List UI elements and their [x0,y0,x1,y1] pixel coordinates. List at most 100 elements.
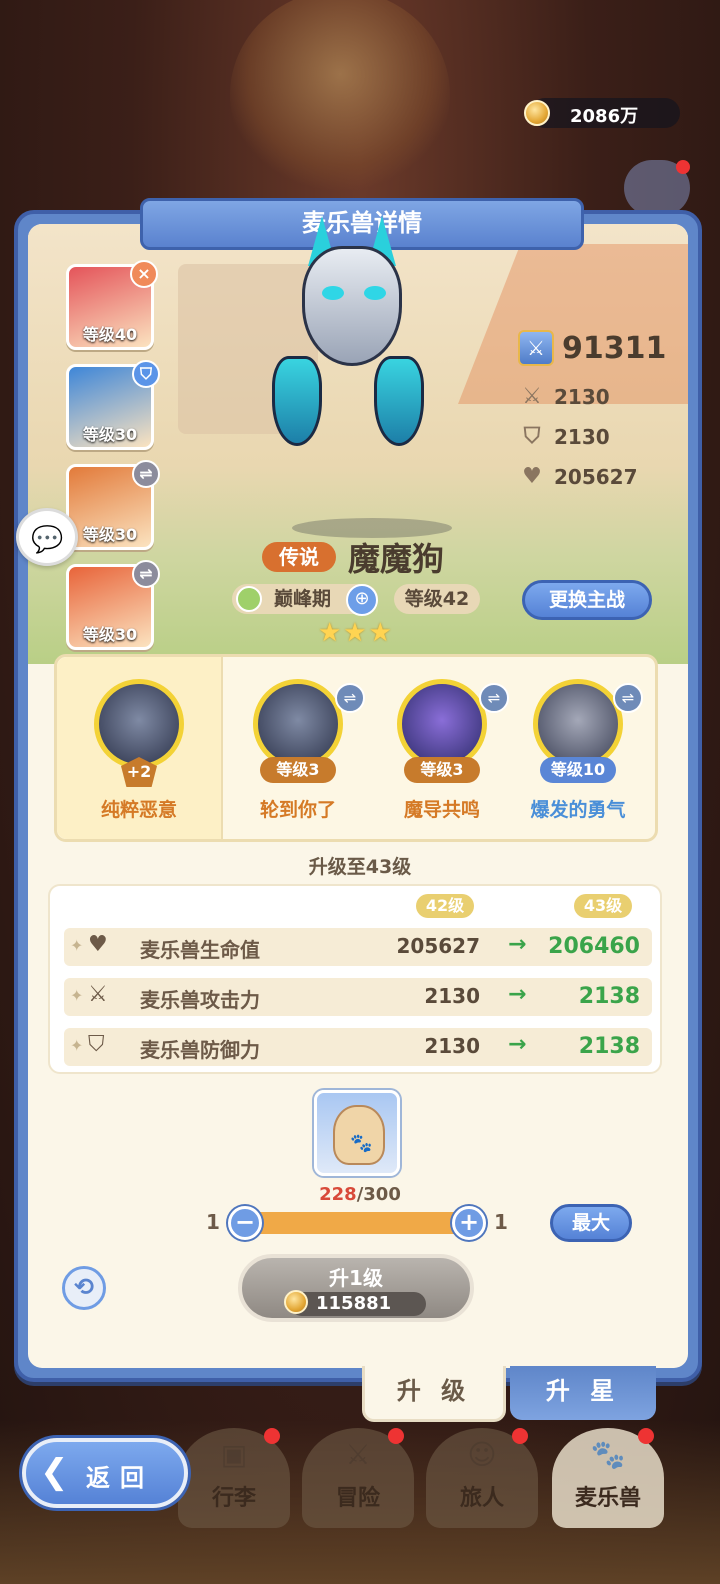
heart-icon: ♥ [88,932,108,957]
pet-eye-right [364,286,386,300]
food-item-slot[interactable]: 🐾 [314,1090,400,1176]
star-rating: ★★★ [318,618,394,648]
hp-stat: ♥ 205627 [518,464,637,489]
rarity-badge: 传说 [262,542,336,572]
notification-dot [638,1428,654,1444]
item-need: /300 [356,1184,401,1205]
slider-max-label: 1 [494,1210,508,1234]
skills-panel: +2 纯粹恶意 ⇌ 等级3 轮到你了 ⇌ 等级3 魔导共鸣 ⇌ 等级10 爆发的… [54,654,658,842]
pet-eye-left [322,286,344,300]
power-shield-icon: ⚔ [518,330,554,366]
skill-name: 爆发的勇气 [530,799,626,821]
cost-display: 115881 [284,1290,426,1316]
currency-amount: 2086万 [570,106,639,127]
decrease-button[interactable]: − [228,1206,262,1240]
currency-display[interactable]: 2086万 [524,98,680,128]
sparkle-icon: ✦ [70,936,84,955]
skill-level: 等级3 [260,757,336,783]
level-up-label: 升1级 [329,1266,383,1290]
slider-fill [244,1212,470,1234]
swap-icon[interactable]: ⇌ [132,560,160,588]
skill-slot-1[interactable]: +2 纯粹恶意 [57,657,223,839]
side-card-level: 等级40 [82,325,138,344]
upgrade-stats-table: 42级 43级 ✦ ♥ 麦乐兽生命值 205627 → 206460 ✦ ⚔ 麦… [48,884,662,1074]
max-button[interactable]: 最大 [550,1204,632,1242]
defense-value: 2130 [554,424,610,449]
increase-button[interactable]: + [452,1206,486,1240]
coin-icon [524,100,550,126]
side-card-level: 等级30 [82,625,138,644]
attack-value: 2130 [554,384,610,409]
skill-name: 纯粹恶意 [100,799,177,821]
nav-item-adventure[interactable]: ⚔ 冒险 [302,1428,414,1528]
chat-bubble-icon: 💬 [31,525,64,555]
pet-head [302,246,402,366]
swap-icon[interactable]: ⇌ [335,683,365,713]
item-count: 228/300 [300,1184,420,1205]
row-old-value: 2130 [424,1034,480,1058]
skill-icon [397,679,487,769]
row-old-value: 205627 [396,934,481,958]
pet-level: 等级42 [394,584,480,614]
skill-slot-4[interactable]: ⇌ 等级10 爆发的勇气 [503,657,653,839]
food-sack-icon: 🐾 [333,1105,385,1165]
skill-slot-3[interactable]: ⇌ 等级3 魔导共鸣 [367,657,517,839]
swap-icon[interactable]: ⇌ [132,460,160,488]
power-value: 91311 [562,330,667,366]
table-row: ✦ ♥ 麦乐兽生命值 205627 → 206460 [64,928,652,966]
table-row: ✦ ⛉ 麦乐兽防御力 2130 → 2138 [64,1028,652,1066]
arrow-right-icon: → [508,1032,527,1057]
row-label: 麦乐兽防御力 [140,1038,260,1062]
nav-item-luggage[interactable]: ▣ 行李 [178,1428,290,1528]
back-button[interactable]: ❮ 返回 [22,1438,188,1508]
nav-label: 麦乐兽 [574,1486,641,1511]
notification-dot [388,1428,404,1444]
refresh-icon[interactable]: ⟲ [62,1266,106,1310]
pet-name: 魔魔狗 [348,540,445,578]
magnify-icon[interactable]: ⊕ [346,584,378,616]
cost-value: 115881 [316,1293,392,1314]
row-label: 麦乐兽生命值 [140,938,260,962]
side-card-level: 等级30 [82,525,138,544]
current-level-header: 42级 [416,894,474,918]
chat-button[interactable]: 💬 [16,508,78,566]
next-level-header: 43级 [574,894,632,918]
close-icon[interactable]: × [130,260,158,288]
level-up-button[interactable]: 升1级 115881 [238,1254,474,1322]
table-row: ✦ ⚔ 麦乐兽攻击力 2130 → 2138 [64,978,652,1016]
paw-icon: 🐾 [350,1133,373,1154]
sparkle-icon: ✦ [70,1036,84,1055]
skill-icon [533,679,623,769]
skill-name: 轮到你了 [259,799,336,821]
defense-stat: ⛉ 2130 [518,424,610,449]
swords-icon: ⚔ [88,982,108,1007]
swap-icon[interactable]: ⇌ [613,683,643,713]
nav-label: 冒险 [335,1486,380,1511]
skill-level: 等级10 [540,757,616,783]
nav-item-pets[interactable]: 🐾 麦乐兽 [552,1428,664,1528]
row-new-value: 2138 [578,1034,640,1059]
tab-upgrade[interactable]: 升 级 [362,1366,506,1422]
back-arrow-icon: ❮ [40,1452,69,1492]
back-label: 返回 [86,1464,154,1492]
slider-min-label: 1 [206,1210,220,1234]
tab-star-up[interactable]: 升 星 [510,1366,656,1420]
skill-icon [253,679,343,769]
scene-roof [458,244,688,404]
shield-icon: ⛉ [523,424,541,449]
sparkle-icon: ✦ [70,986,84,1005]
row-label: 麦乐兽攻击力 [140,988,260,1012]
skill-icon [94,679,184,769]
notification-dot [512,1428,528,1444]
pet-claw-right [374,356,424,446]
switch-main-button[interactable]: 更换主战 [522,580,652,620]
nav-label: 行李 [211,1486,256,1511]
top-right-menu-button[interactable] [624,160,690,216]
skill-slot-2[interactable]: ⇌ 等级3 轮到你了 [223,657,373,839]
quantity-slider[interactable] [244,1212,470,1234]
stage-icon [236,586,262,612]
row-old-value: 2130 [424,984,480,1008]
nav-item-travelers[interactable]: ☺ 旅人 [426,1428,538,1528]
pet-model[interactable] [262,216,442,456]
upgrade-title: 升级至43级 [308,856,412,878]
